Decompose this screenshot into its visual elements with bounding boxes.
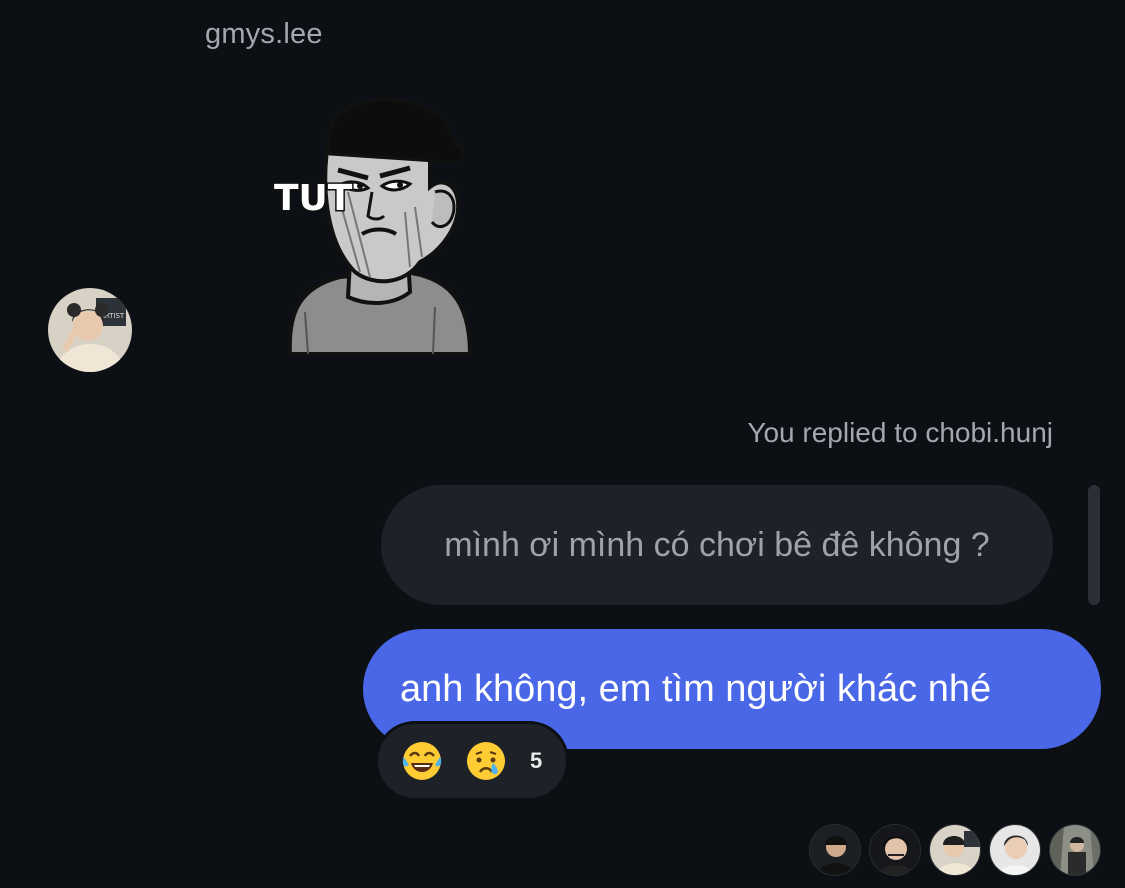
sender-avatar[interactable]: ARTIST bbox=[48, 288, 132, 372]
sticker-text: TUT bbox=[274, 178, 353, 219]
seen-avatar-image bbox=[810, 825, 860, 875]
seen-avatar-3[interactable] bbox=[929, 824, 981, 876]
chat-screen: gmys.lee TUT ARTIST You replied to chobi… bbox=[0, 0, 1125, 888]
seen-by-avatars[interactable] bbox=[809, 824, 1101, 876]
sender-name: gmys.lee bbox=[205, 18, 323, 50]
quoted-message-text: mình ơi mình có chơi bê đê không ? bbox=[444, 525, 990, 564]
reply-quote-bar bbox=[1088, 485, 1100, 605]
reaction-count: 5 bbox=[530, 748, 543, 773]
seen-avatar-image bbox=[990, 825, 1040, 875]
seen-avatar-image bbox=[930, 825, 980, 875]
avatar-image: ARTIST bbox=[48, 288, 132, 372]
crying-emoji-icon bbox=[467, 742, 505, 780]
laughing-tears-emoji-icon bbox=[402, 742, 442, 780]
seen-avatar-image bbox=[870, 825, 920, 875]
reply-context-label: You replied to chobi.hunj bbox=[747, 417, 1053, 448]
seen-avatar-1[interactable] bbox=[809, 824, 861, 876]
seen-avatar-5[interactable] bbox=[1049, 824, 1101, 876]
quoted-message-bubble[interactable]: mình ơi mình có chơi bê đê không ? bbox=[381, 485, 1053, 605]
reactions-pill[interactable]: 5 bbox=[375, 721, 570, 801]
seen-avatar-image bbox=[1050, 825, 1100, 875]
my-message-text: anh không, em tìm người khác nhé bbox=[400, 667, 992, 710]
sticker-image: TUT bbox=[273, 98, 473, 356]
seen-avatar-4[interactable] bbox=[989, 824, 1041, 876]
seen-avatar-2[interactable] bbox=[869, 824, 921, 876]
sticker-message[interactable]: TUT bbox=[230, 92, 490, 364]
